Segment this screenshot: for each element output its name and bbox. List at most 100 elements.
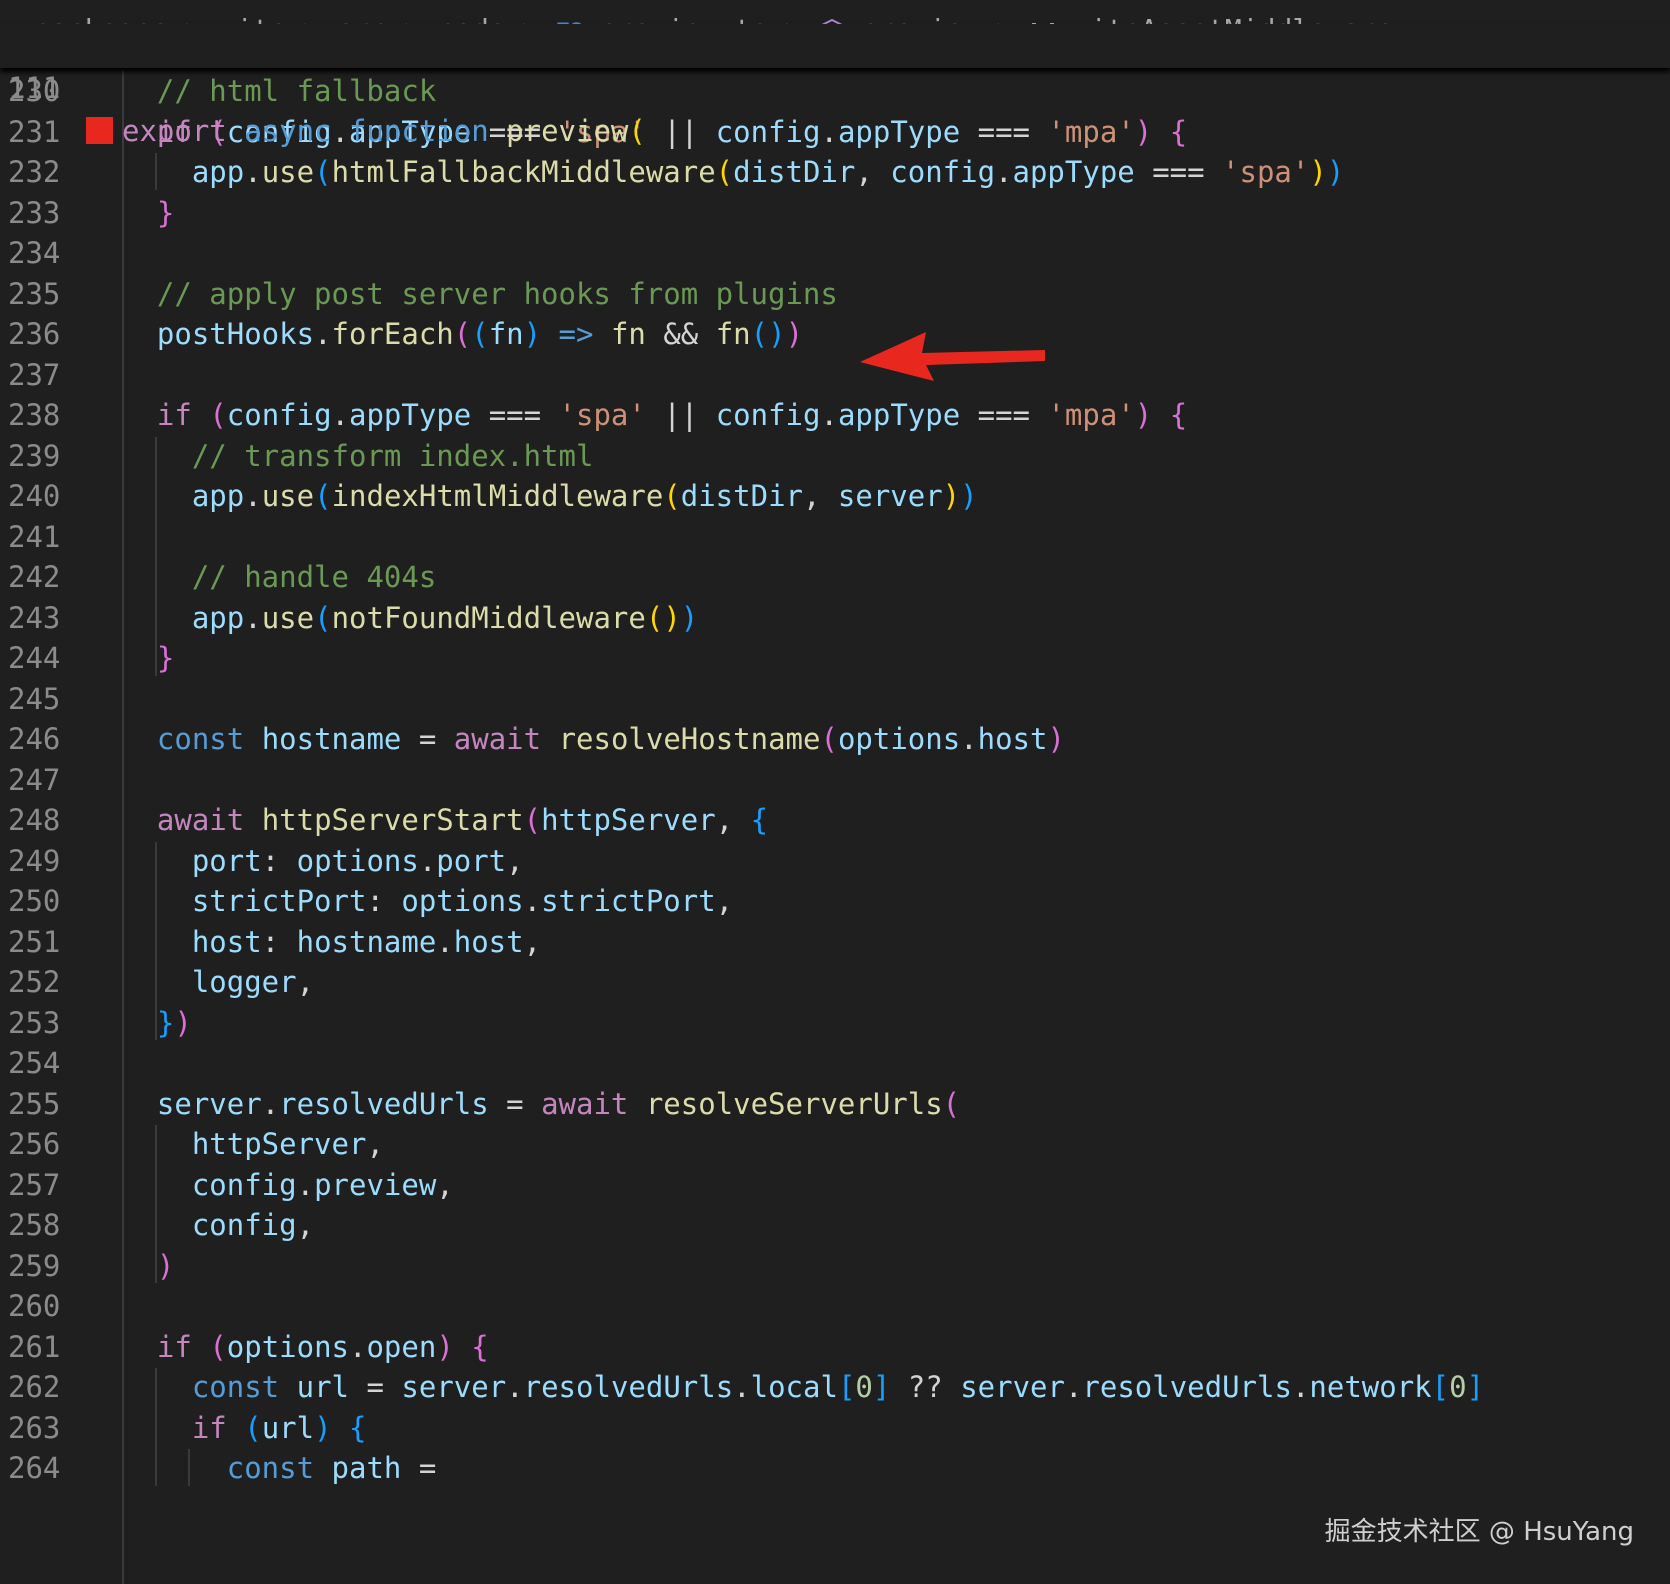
code-token: { — [349, 1410, 367, 1445]
code-token: === — [960, 114, 1048, 149]
code-token: ( — [453, 317, 472, 351]
code-token: , — [523, 924, 542, 959]
code-token: ( — [628, 114, 646, 148]
code-token: server — [156, 1086, 262, 1121]
code-token: fn — [610, 317, 646, 351]
code-token: async — [244, 114, 332, 148]
code-token: const — [156, 722, 245, 756]
code-token: preview — [314, 1167, 437, 1202]
sticky-scroll-header[interactable]: 111 export async function preview( — [0, 24, 1670, 148]
code-token: distDir — [680, 479, 803, 513]
line-number: 255 — [8, 1086, 61, 1121]
code-token: forEach — [331, 317, 454, 351]
code-token: path — [331, 1451, 402, 1485]
code-token: . — [331, 398, 350, 432]
code-text: host: hostname.host, — [122, 921, 541, 964]
code-token: ] — [872, 1370, 891, 1404]
code-token: { — [750, 803, 769, 837]
line-number: 252 — [8, 965, 61, 999]
code-token: ) — [960, 479, 978, 513]
code-token: ] — [1466, 1370, 1485, 1404]
code-token: strictPort — [541, 884, 716, 918]
code-token: config — [191, 1167, 297, 1202]
code-text: app.use(indexHtmlMiddleware(distDir, ser… — [122, 475, 978, 518]
code-token: } — [156, 1005, 175, 1040]
code-token: ) — [156, 1248, 175, 1283]
indent-guide — [155, 841, 157, 1040]
code-token: resolveHostname — [558, 722, 821, 756]
code-token: === — [471, 398, 559, 432]
line-number: 251 — [8, 924, 61, 959]
code-text: postHooks.forEach((fn) => fn && fn()) — [122, 313, 803, 356]
code-token: server — [960, 1370, 1065, 1404]
code-token: ( — [645, 600, 664, 635]
code-token: ) — [1326, 155, 1345, 189]
code-token: notFoundMiddleware — [331, 600, 646, 635]
code-token: ) — [680, 600, 699, 635]
code-token: // handle 404s — [191, 560, 437, 594]
code-token: , — [715, 884, 734, 918]
code-text: config, — [122, 1204, 314, 1247]
code-token: resolveServerUrls — [645, 1086, 943, 1121]
code-token: server — [837, 479, 943, 513]
code-text: server.resolvedUrls = await resolveServe… — [122, 1083, 960, 1126]
code-token: app — [191, 155, 245, 189]
code-token: , — [802, 479, 838, 513]
code-token: ( — [942, 1086, 961, 1121]
code-token: . — [523, 884, 542, 918]
code-token: httpServerStart — [261, 803, 524, 837]
code-token: ) — [523, 317, 542, 351]
code-token: port — [436, 843, 507, 878]
code-token: . — [436, 924, 454, 959]
code-token: , — [296, 1208, 315, 1242]
code-token: = — [349, 1370, 402, 1404]
code-token: . — [733, 1370, 751, 1404]
code-token: } — [156, 641, 175, 675]
code-token: fn — [488, 317, 524, 351]
code-token: } — [156, 195, 175, 230]
code-token: . — [820, 398, 838, 432]
code-token: === — [960, 398, 1048, 432]
line-number: 246 — [8, 722, 61, 756]
code-token: const — [226, 1451, 315, 1485]
code-token: && — [645, 317, 716, 351]
line-number: 250 — [8, 884, 61, 918]
code-token: host — [977, 722, 1048, 756]
code-token: await — [156, 803, 245, 837]
line-number: 248 — [8, 803, 61, 837]
code-text: app.use(notFoundMiddleware()) — [122, 597, 698, 640]
code-text: strictPort: options.strictPort, — [122, 880, 733, 923]
code-text: port: options.port, — [122, 840, 524, 883]
code-token: ) — [1309, 155, 1327, 189]
sticky-line[interactable]: 111 export async function preview( — [0, 24, 646, 148]
code-token: = — [401, 1451, 437, 1485]
code-editor[interactable]: 230 // html fallback 231 if (config.appTy… — [0, 70, 1670, 1584]
code-token: { — [471, 1329, 489, 1364]
code-token: port — [191, 843, 262, 878]
code-text: // apply post server hooks from plugins — [122, 273, 838, 316]
code-token: ) — [663, 600, 681, 635]
line-number: 243 — [8, 600, 61, 635]
line-number: 249 — [8, 843, 61, 878]
code-token: ) — [1047, 722, 1065, 756]
code-text: ) — [122, 1245, 174, 1288]
line-number: 242 — [8, 560, 61, 594]
code-token: await — [453, 722, 542, 756]
line-number: 254 — [8, 1046, 61, 1080]
code-token: . — [960, 722, 978, 756]
code-token: . — [820, 114, 838, 149]
code-token: , — [296, 965, 315, 999]
code-token: logger — [191, 965, 297, 999]
code-token: // apply post server hooks from plugins — [156, 276, 838, 311]
